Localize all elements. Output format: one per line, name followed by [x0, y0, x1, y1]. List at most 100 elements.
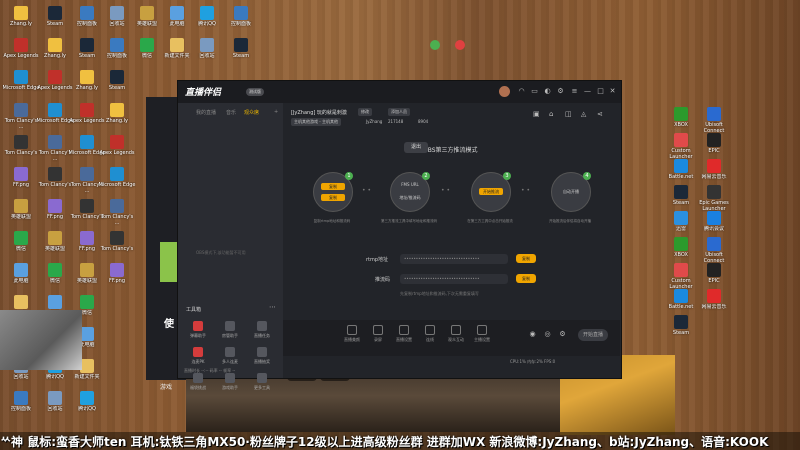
- tool-icon: [225, 321, 235, 331]
- tool-item[interactable]: 直播任务: [248, 321, 276, 339]
- desktop-icon-label: 回收站: [199, 53, 215, 59]
- tab-my-live[interactable]: 我的直播: [196, 109, 216, 116]
- desktop-icon[interactable]: Steam: [98, 70, 136, 97]
- desktop-icon[interactable]: Apex Legends: [98, 135, 136, 162]
- step-1-copy-button[interactable]: 复制: [321, 183, 345, 190]
- desktop-icon[interactable]: 腾讯会议: [695, 211, 733, 238]
- avatar[interactable]: [499, 86, 510, 97]
- desktop-icon-label: 此电脑: [13, 278, 29, 284]
- start-live-button[interactable]: 开始直播: [578, 329, 608, 341]
- qq-desktop-icon[interactable]: [430, 40, 440, 50]
- app-icon: [707, 211, 721, 225]
- desktop-icon[interactable]: Zhang.ly: [98, 103, 136, 130]
- desktop-icon[interactable]: FF.png: [2, 167, 40, 194]
- desktop-icon[interactable]: Steam: [662, 315, 700, 342]
- desktop-icon[interactable]: EPIC: [695, 263, 733, 290]
- bottom-tool[interactable]: 直播设置: [392, 325, 416, 343]
- tool-item[interactable]: 福袋挑战: [184, 373, 212, 391]
- copy-rtmp-button[interactable]: 复制: [516, 254, 536, 263]
- desktop-icon[interactable]: Apex Legends: [2, 38, 40, 65]
- app-icon: [14, 231, 28, 245]
- menu-icon[interactable]: ≡: [570, 87, 579, 96]
- desktop-icon[interactable]: Microsoft Edge: [2, 70, 40, 97]
- desktop-icon-label: Apex Legends: [99, 150, 135, 156]
- add-tab-icon[interactable]: +: [274, 109, 278, 115]
- desktop-icon[interactable]: Tom Clancy's ...: [2, 103, 40, 130]
- bottom-tool[interactable]: 录屏: [366, 325, 390, 343]
- tool-item[interactable]: 更多工具: [248, 373, 276, 391]
- share-screen-icon[interactable]: ◫: [565, 110, 572, 118]
- minimize-icon[interactable]: —: [583, 87, 592, 96]
- message-icon[interactable]: ▭: [530, 87, 539, 96]
- desktop-icon[interactable]: Tom Clancy's ...: [98, 199, 136, 226]
- netease-desktop-icon[interactable]: [455, 40, 465, 50]
- room-category[interactable]: 主机其他游戏 - 主机其他: [291, 118, 341, 126]
- scrolling-ticker: ᄿ神 鼠标:蛮香大师ten 耳机:钛铁三角MX50·粉丝牌子12级以上进高级粉丝…: [0, 435, 769, 449]
- step-3-start-push-button[interactable]: 开始推流: [479, 188, 503, 195]
- camera-icon[interactable]: ◉: [528, 330, 537, 339]
- tab-music[interactable]: 音乐: [226, 109, 236, 116]
- skin-icon[interactable]: ◐: [543, 87, 552, 96]
- desktop-icon[interactable]: Microsoft Edge: [98, 167, 136, 194]
- bottom-tool[interactable]: 主播设置: [470, 325, 494, 343]
- lock-icon[interactable]: ⌂: [549, 110, 553, 118]
- bell-icon[interactable]: ◬: [581, 110, 586, 118]
- gift-icon[interactable]: ▣: [533, 110, 540, 118]
- app-icon: [200, 38, 214, 52]
- tool-item[interactable]: 游戏助手: [216, 373, 244, 391]
- bottom-tool[interactable]: 直播美颜: [340, 325, 364, 343]
- desktop-icon[interactable]: 控制面板: [222, 6, 260, 33]
- tool-item[interactable]: 连麦PK: [184, 347, 212, 365]
- toolbox-more-icon[interactable]: ⋯: [268, 303, 277, 312]
- tool-item[interactable]: 房管助手: [216, 321, 244, 339]
- desktop-icon[interactable]: 网易云音乐: [695, 159, 733, 186]
- desktop-icon[interactable]: 腾讯QQ: [188, 6, 226, 33]
- tool-item[interactable]: 直播抽奖: [248, 347, 276, 365]
- desktop-icon[interactable]: EPIC: [695, 133, 733, 160]
- desktop-icon[interactable]: Ubisoft Connect: [695, 237, 733, 264]
- share-icon[interactable]: ⋖: [597, 110, 603, 118]
- app-icon: [110, 167, 124, 181]
- desktop-icon[interactable]: FF.png: [98, 263, 136, 290]
- copy-stream-code-button[interactable]: 复制: [516, 274, 536, 283]
- close-icon[interactable]: ✕: [608, 87, 617, 96]
- settings-icon[interactable]: ⚙: [556, 87, 565, 96]
- add-member-button[interactable]: 添加人员: [388, 108, 410, 116]
- desktop-icon[interactable]: 此电脑: [2, 263, 40, 290]
- desktop-icon[interactable]: Tom Clancy's: [2, 135, 40, 162]
- desktop-icon[interactable]: 微信: [2, 231, 40, 258]
- desktop-icon[interactable]: 英雄联盟: [2, 199, 40, 226]
- app-icon: [14, 167, 28, 181]
- app-icon: [707, 237, 721, 251]
- tab-audience[interactable]: 观众席: [244, 109, 259, 116]
- step-1-copy-button-2[interactable]: 复制: [321, 194, 345, 201]
- eye-icon[interactable]: ◎: [543, 330, 552, 339]
- stream-code-field[interactable]: ••••••••••••••••••••••••••••••••: [400, 274, 508, 284]
- desktop-icon[interactable]: Epic Games Launcher: [695, 185, 733, 212]
- gear-icon[interactable]: ⚙: [558, 330, 567, 339]
- desktop-icon[interactable]: Steam: [222, 38, 260, 65]
- desktop-icon-label: Microsoft Edge: [98, 182, 136, 188]
- desktop-icon[interactable]: Zhang.ly: [2, 6, 40, 33]
- edit-room-button[interactable]: 修改: [358, 108, 372, 116]
- app-icon: [48, 70, 62, 84]
- desktop-icon[interactable]: 网易云音乐: [695, 289, 733, 316]
- tool-item[interactable]: 弹幕助手: [184, 321, 212, 339]
- bottom-tool[interactable]: 连线: [418, 325, 442, 343]
- desktop-icon[interactable]: 腾讯QQ: [68, 391, 106, 418]
- bottom-tool-icon: [347, 325, 357, 335]
- desktop-icon-label: FF.png: [108, 278, 126, 284]
- rtmp-field[interactable]: ••••••••••••••••••••••••••••••••: [400, 254, 508, 264]
- desktop-icon[interactable]: Tom Clancy's: [98, 231, 136, 258]
- desktop-icon[interactable]: 回收站: [188, 38, 226, 65]
- desktop-icon[interactable]: Ubisoft Connect: [695, 107, 733, 134]
- maximize-icon[interactable]: □: [596, 87, 605, 96]
- headset-icon[interactable]: ◠: [517, 87, 526, 96]
- title-bar: 直播伴侣 测试版 ◠ ▭ ◐ ⚙ ≡ — □ ✕: [178, 81, 621, 103]
- app-icon: [674, 237, 688, 251]
- tool-item[interactable]: 多人连麦: [216, 347, 244, 365]
- desktop-icon[interactable]: 控制面板: [2, 391, 40, 418]
- exit-obs-mode-button[interactable]: 退出: [404, 142, 428, 153]
- bottom-tool[interactable]: 观众互动: [444, 325, 468, 343]
- desktop-icon-label: 控制面板: [10, 406, 31, 412]
